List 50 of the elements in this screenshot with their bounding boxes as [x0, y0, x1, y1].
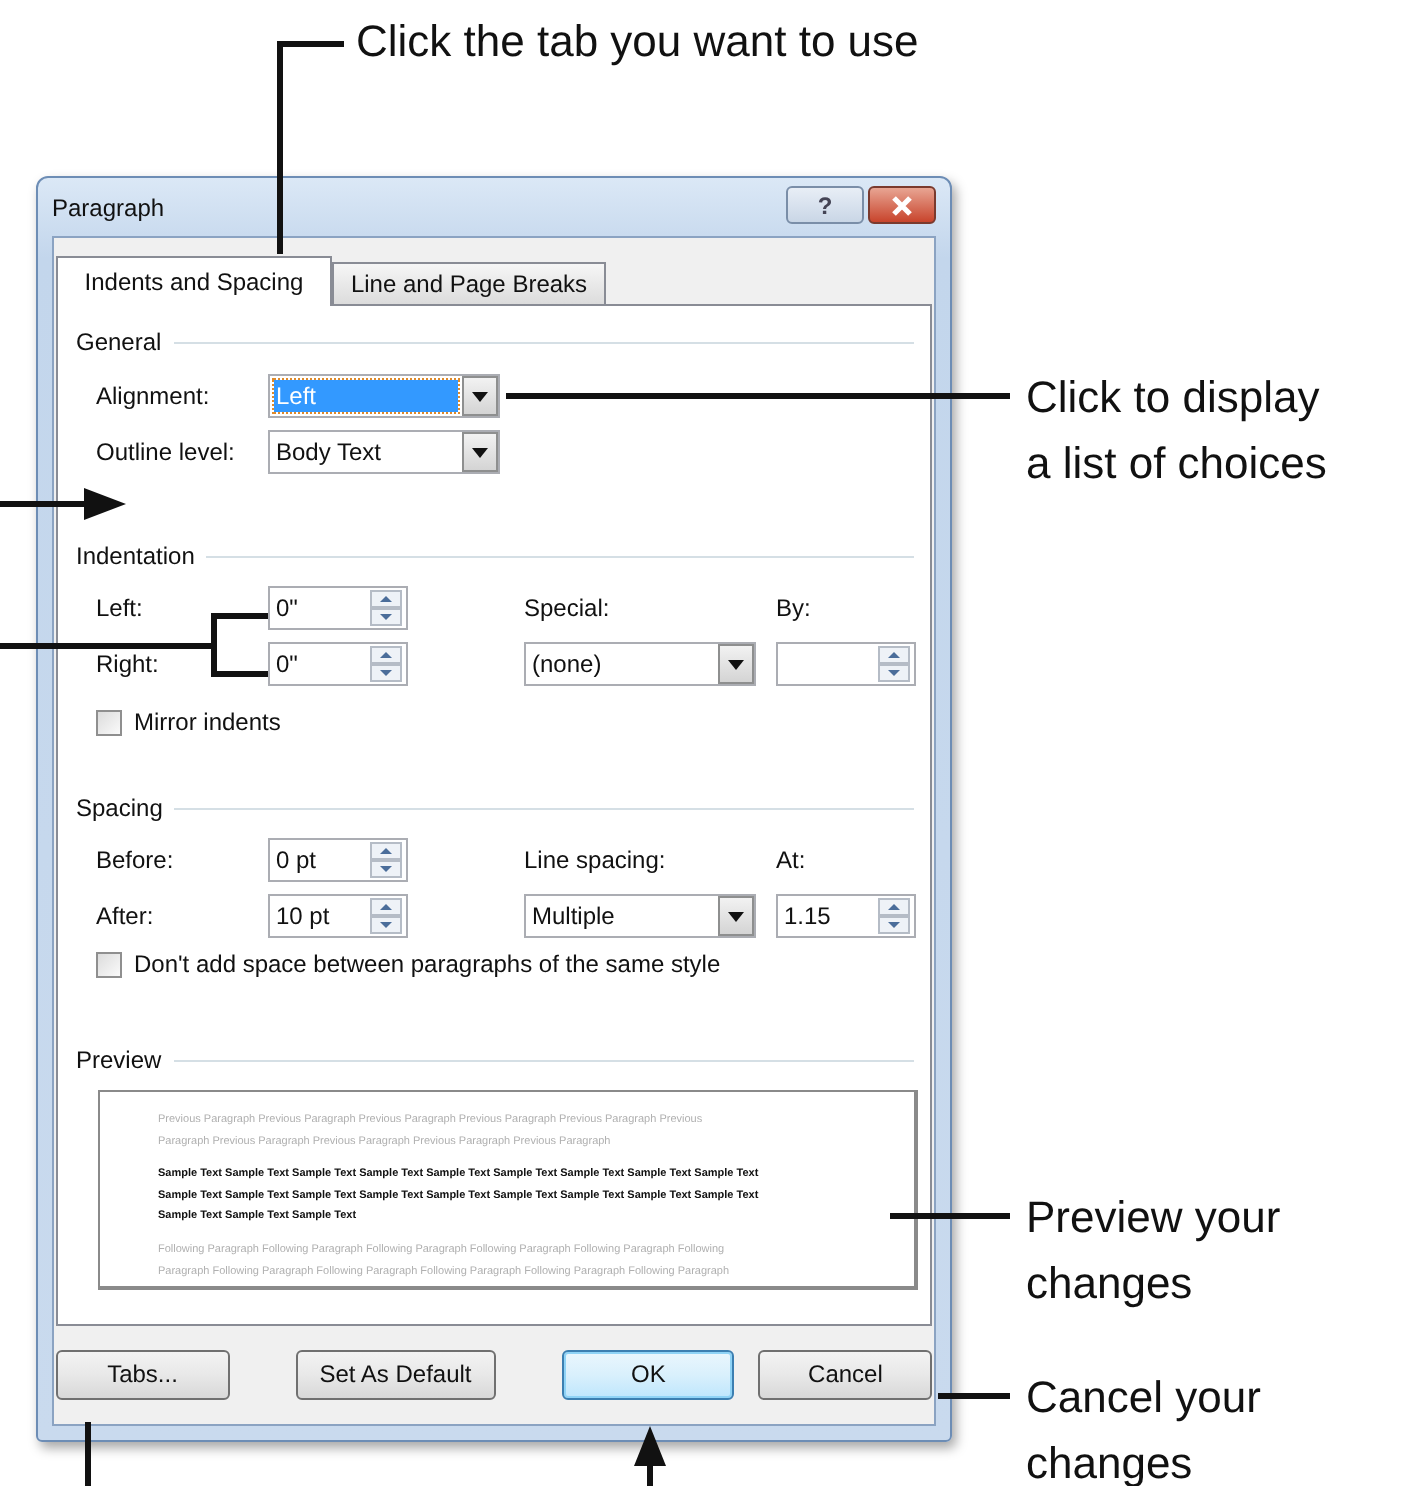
- field-label: Left:: [96, 594, 145, 622]
- dropdown[interactable]: Multiple: [524, 894, 756, 938]
- field-label: Before:: [96, 846, 176, 874]
- spin-box[interactable]: 0": [268, 642, 408, 686]
- leader-line: [938, 1393, 1010, 1399]
- spin-arrows-icon[interactable]: [878, 646, 910, 682]
- checkbox[interactable]: [96, 709, 122, 735]
- checkbox-label[interactable]: Don't add space between paragraphs of the same style: [134, 950, 721, 978]
- spin-arrows-icon[interactable]: [370, 646, 402, 682]
- section-heading: Spacing: [76, 794, 163, 822]
- field-label: Right:: [96, 650, 161, 678]
- dialog-button[interactable]: Set As Default: [295, 1349, 496, 1399]
- field-label: Alignment:: [96, 382, 212, 410]
- checkbox[interactable]: [96, 951, 122, 977]
- tab[interactable]: Indents and Spacing: [56, 256, 332, 306]
- close-button[interactable]: [868, 186, 936, 224]
- field-label: Line spacing:: [524, 846, 668, 874]
- field-label: After:: [96, 902, 156, 930]
- callout-text: Click the tab you want to use: [356, 14, 919, 70]
- dialog-button[interactable]: Cancel: [758, 1349, 932, 1399]
- leader-line: [890, 1213, 1010, 1219]
- callout-text: Preview your changes: [1026, 1190, 1281, 1312]
- section-heading: Indentation: [76, 542, 195, 570]
- field-label: By:: [776, 594, 813, 622]
- arrow: [0, 488, 126, 520]
- field-label: Special:: [524, 594, 612, 622]
- field-label: At:: [776, 846, 808, 874]
- field-label: Outline level:: [96, 438, 237, 466]
- callout-text: Click to display a list of choices: [1026, 370, 1327, 492]
- spin-arrows-icon[interactable]: [370, 842, 402, 878]
- leader-line: [85, 1422, 91, 1486]
- spin-box[interactable]: 1.15: [776, 894, 916, 938]
- spin-box[interactable]: 0 pt: [268, 838, 408, 882]
- spin-arrows-icon[interactable]: [878, 898, 910, 934]
- dialog-button[interactable]: OK: [561, 1349, 735, 1399]
- spin-box[interactable]: 10 pt: [268, 894, 408, 938]
- arrow: [634, 1426, 666, 1486]
- dropdown[interactable]: Body Text: [268, 430, 500, 474]
- spin-box[interactable]: 0": [268, 586, 408, 630]
- dialog-button[interactable]: Tabs...: [56, 1349, 230, 1399]
- spin-arrows-icon[interactable]: [370, 898, 402, 934]
- section-heading: Preview: [76, 1046, 162, 1074]
- close-icon[interactable]: [890, 195, 914, 215]
- help-button[interactable]: ?: [786, 186, 864, 224]
- dropdown[interactable]: (none): [524, 642, 756, 686]
- spin-arrows-icon[interactable]: [370, 590, 402, 626]
- section-heading: General: [76, 328, 162, 356]
- checkbox-label[interactable]: Mirror indents: [134, 708, 281, 736]
- window-title: Paragraph: [52, 193, 165, 221]
- tab[interactable]: Line and Page Breaks: [332, 262, 606, 304]
